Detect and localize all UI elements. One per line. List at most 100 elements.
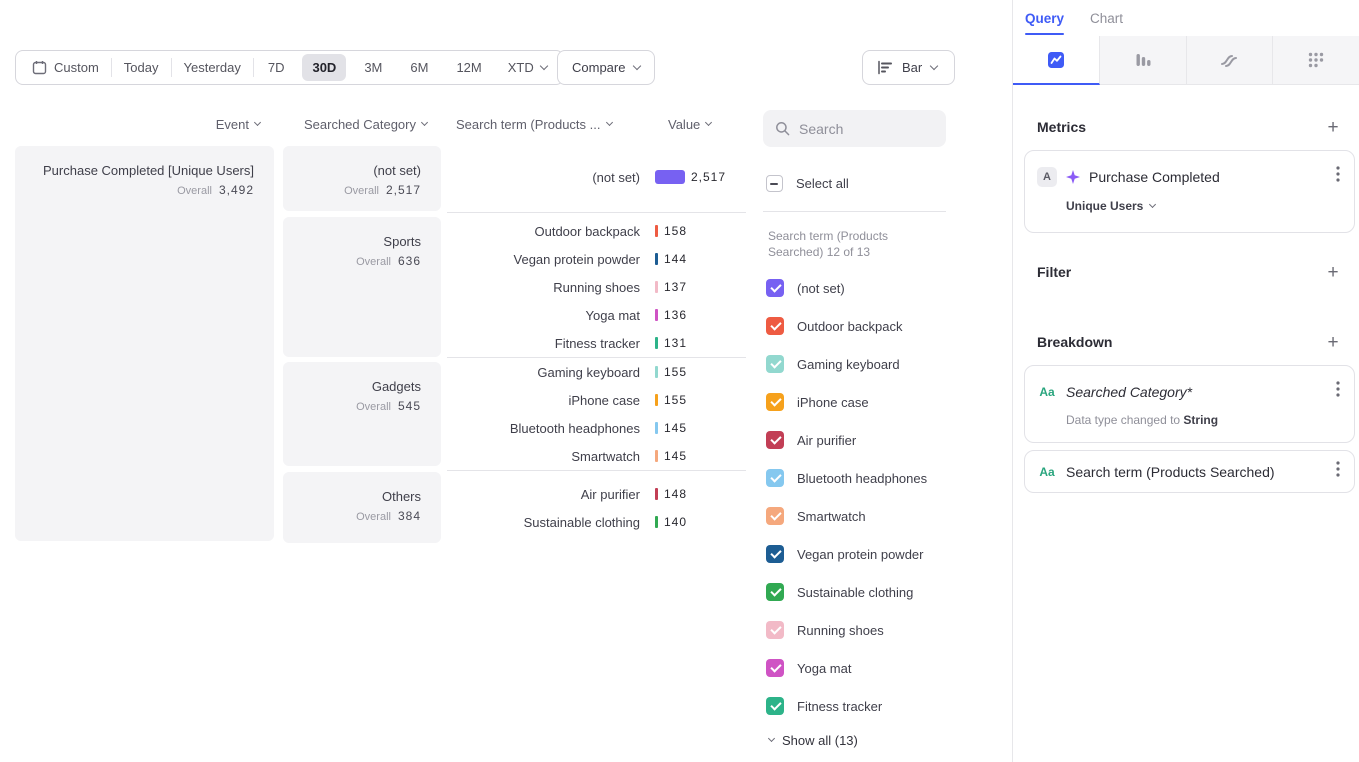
breakdown-card-searched-category[interactable]: Aa Searched Category* Data type changed … bbox=[1024, 365, 1355, 443]
legend-item-running-shoes[interactable]: Running shoes bbox=[766, 611, 927, 649]
custom-date-button[interactable]: Custom bbox=[20, 51, 111, 84]
chart-type-label: Bar bbox=[902, 60, 922, 75]
term-row-smartwatch[interactable]: Smartwatch145 bbox=[447, 442, 757, 470]
category-name: Others bbox=[283, 489, 421, 504]
select-all-row[interactable]: Select all bbox=[766, 175, 849, 192]
kebab-menu-icon[interactable] bbox=[1334, 164, 1342, 189]
report-tab-insights[interactable] bbox=[1013, 36, 1100, 85]
column-header-value[interactable]: Value bbox=[668, 117, 711, 132]
range-button-7d[interactable]: 7D bbox=[258, 54, 295, 81]
search-term-label: Vegan protein powder bbox=[447, 252, 640, 267]
add-filter-button[interactable]: + bbox=[1324, 263, 1342, 283]
column-header-searched-category[interactable]: Searched Category bbox=[283, 117, 427, 132]
checkbox-checked-icon[interactable] bbox=[766, 431, 784, 449]
legend-item-iphone-case[interactable]: iPhone case bbox=[766, 383, 927, 421]
overall-label: Overall bbox=[356, 511, 391, 523]
legend-item-outdoor-backpack[interactable]: Outdoor backpack bbox=[766, 307, 927, 345]
kebab-menu-icon[interactable] bbox=[1334, 459, 1342, 484]
value-tick bbox=[655, 488, 658, 500]
search-term-label: Yoga mat bbox=[447, 308, 640, 323]
term-row-running-shoes[interactable]: Running shoes137 bbox=[447, 273, 757, 301]
report-tab-flows[interactable] bbox=[1187, 36, 1274, 85]
legend-item-bluetooth-headphones[interactable]: Bluetooth headphones bbox=[766, 459, 927, 497]
legend-search-input[interactable] bbox=[799, 121, 929, 137]
checkbox-checked-icon[interactable] bbox=[766, 507, 784, 525]
checkbox-checked-icon[interactable] bbox=[766, 545, 784, 563]
legend-item-gaming-keyboard[interactable]: Gaming keyboard bbox=[766, 345, 927, 383]
column-header-label: Search term (Products ... bbox=[456, 117, 601, 132]
event-cell[interactable]: Purchase Completed [Unique Users] Overal… bbox=[15, 146, 274, 541]
search-term-label: Sustainable clothing bbox=[447, 515, 640, 530]
category-cell-others[interactable]: OthersOverall384 bbox=[283, 472, 441, 543]
show-all-button[interactable]: Show all (13) bbox=[769, 733, 858, 748]
legend-item-fitness-tracker[interactable]: Fitness tracker bbox=[766, 687, 927, 725]
value-label: 158 bbox=[664, 224, 687, 238]
breakdown-card-search-term[interactable]: Aa Search term (Products Searched) bbox=[1024, 450, 1355, 493]
overall-value: 545 bbox=[398, 399, 421, 413]
checkbox-checked-icon[interactable] bbox=[766, 697, 784, 715]
column-header-event[interactable]: Event bbox=[15, 117, 260, 132]
metric-aggregation-dropdown[interactable]: Unique Users bbox=[1066, 199, 1342, 213]
today-button[interactable]: Today bbox=[112, 51, 171, 84]
range-button-3m[interactable]: 3M bbox=[354, 54, 392, 81]
category-cell-gadgets[interactable]: GadgetsOverall545 bbox=[283, 362, 441, 466]
overall-value: 636 bbox=[398, 254, 421, 268]
category-overall: Overall2,517 bbox=[283, 183, 421, 197]
term-row-gaming-keyboard[interactable]: Gaming keyboard155 bbox=[447, 358, 757, 386]
calendar-icon bbox=[32, 60, 47, 75]
checkbox-checked-icon[interactable] bbox=[766, 583, 784, 601]
term-row-bluetooth-headphones[interactable]: Bluetooth headphones145 bbox=[447, 414, 757, 442]
add-breakdown-button[interactable]: + bbox=[1324, 333, 1342, 353]
term-row-vegan-protein-powder[interactable]: Vegan protein powder144 bbox=[447, 245, 757, 273]
tab-query[interactable]: Query bbox=[1025, 0, 1064, 36]
checkbox-checked-icon[interactable] bbox=[766, 279, 784, 297]
sidebar-tabs: Query Chart bbox=[1013, 0, 1359, 36]
metric-card[interactable]: A Purchase Completed Unique Users bbox=[1024, 150, 1355, 233]
report-tab-funnels[interactable] bbox=[1100, 36, 1187, 85]
term-row-not-set[interactable]: (not set)2,517 bbox=[447, 163, 757, 191]
checkbox-checked-icon[interactable] bbox=[766, 317, 784, 335]
legend-item-smartwatch[interactable]: Smartwatch bbox=[766, 497, 927, 535]
checkbox-checked-icon[interactable] bbox=[766, 469, 784, 487]
report-tab-retention[interactable] bbox=[1273, 36, 1359, 85]
term-row-air-purifier[interactable]: Air purifier148 bbox=[447, 480, 757, 508]
value-tick bbox=[655, 516, 658, 528]
category-cell-not-set[interactable]: (not set)Overall2,517 bbox=[283, 146, 441, 211]
category-cell-sports[interactable]: SportsOverall636 bbox=[283, 217, 441, 357]
term-row-iphone-case[interactable]: iPhone case155 bbox=[447, 386, 757, 414]
range-button-6m[interactable]: 6M bbox=[400, 54, 438, 81]
legend-item-vegan-protein-powder[interactable]: Vegan protein powder bbox=[766, 535, 927, 573]
checkbox-checked-icon[interactable] bbox=[766, 393, 784, 411]
metric-letter-badge: A bbox=[1037, 167, 1057, 187]
checkbox-checked-icon[interactable] bbox=[766, 659, 784, 677]
checkbox-checked-icon[interactable] bbox=[766, 621, 784, 639]
legend-item-not-set[interactable]: (not set) bbox=[766, 269, 927, 307]
chart-type-button[interactable]: Bar bbox=[862, 50, 955, 85]
term-row-outdoor-backpack[interactable]: Outdoor backpack158 bbox=[447, 217, 757, 245]
range-button-12m[interactable]: 12M bbox=[446, 54, 491, 81]
column-header-search-term[interactable]: Search term (Products ... bbox=[456, 117, 612, 132]
legend-item-label: Vegan protein powder bbox=[797, 547, 923, 562]
compare-button[interactable]: Compare bbox=[557, 50, 655, 85]
metric-title: Purchase Completed bbox=[1089, 169, 1220, 185]
term-row-sustainable-clothing[interactable]: Sustainable clothing140 bbox=[447, 508, 757, 536]
search-term-label: (not set) bbox=[447, 170, 640, 185]
string-type-icon: Aa bbox=[1037, 465, 1057, 479]
term-row-yoga-mat[interactable]: Yoga mat136 bbox=[447, 301, 757, 329]
overall-value: 3,492 bbox=[219, 183, 254, 197]
tab-chart[interactable]: Chart bbox=[1090, 0, 1123, 36]
legend-item-air-purifier[interactable]: Air purifier bbox=[766, 421, 927, 459]
term-row-fitness-tracker[interactable]: Fitness tracker131 bbox=[447, 329, 757, 357]
yesterday-button[interactable]: Yesterday bbox=[172, 51, 253, 84]
legend-item-label: Running shoes bbox=[797, 623, 884, 638]
legend-item-yoga-mat[interactable]: Yoga mat bbox=[766, 649, 927, 687]
legend-item-sustainable-clothing[interactable]: Sustainable clothing bbox=[766, 573, 927, 611]
xtd-button[interactable]: XTD bbox=[496, 51, 559, 84]
checkbox-checked-icon[interactable] bbox=[766, 355, 784, 373]
chevron-down-icon bbox=[633, 61, 641, 69]
compare-label: Compare bbox=[572, 60, 625, 75]
checkbox-indeterminate-icon[interactable] bbox=[766, 175, 783, 192]
kebab-menu-icon[interactable] bbox=[1334, 379, 1342, 404]
add-metric-button[interactable]: + bbox=[1324, 118, 1342, 138]
range-button-30d[interactable]: 30D bbox=[302, 54, 346, 81]
